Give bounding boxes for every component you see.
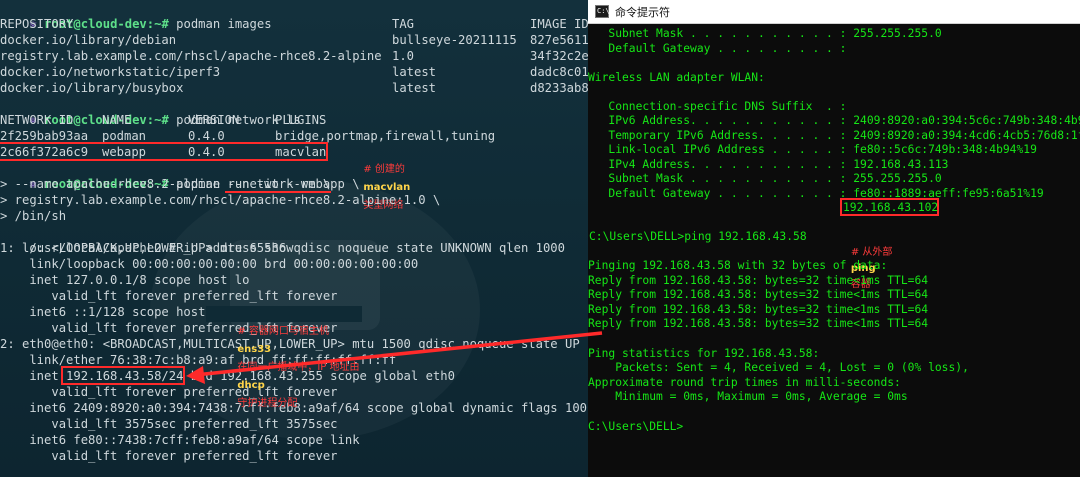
command-continuation: > /bin/sh	[0, 209, 67, 223]
network-header: NETWORK ID NAME VERSION PLUGINS	[0, 112, 588, 128]
cmd-app-icon: C:\	[595, 5, 610, 18]
network-annotation: # 创建的 macvlan 类型网络	[334, 144, 410, 211]
ping-output-line: Approximate round trip times in milli-se…	[588, 375, 901, 389]
ipconfig-line: Subnet Mask . . . . . . . . . . . : 255.…	[588, 27, 942, 40]
ip-output-line: inet 127.0.0.1/8 scope host lo	[0, 273, 250, 287]
header-repository: REPOSITORY	[0, 17, 74, 31]
shell-prompt-line: /usr/local/apache2 # ip address show	[0, 224, 293, 255]
image-repository: docker.io/library/debian	[0, 33, 177, 47]
ping-output-line: Reply from 192.168.43.58: bytes=32 time<…	[588, 317, 929, 331]
header-tag: TAG	[392, 17, 415, 31]
image-repository: docker.io/networkstatic/iperf3	[0, 65, 221, 79]
ip-output-line: 1: lo: <LOOPBACK,UP,LOWER_UP> mtu 65536 …	[0, 241, 565, 255]
ipconfig-line: Default Gateway . . . . . . . . . : fe80…	[588, 186, 1044, 200]
image-row: registry.lab.example.com/rhscl/apache-rh…	[0, 48, 588, 64]
image-row: docker.io/library/busybox latest d8233ab8	[0, 80, 588, 96]
ipconfig-line: Default Gateway . . . . . . . . . :	[588, 41, 847, 55]
ipconfig-line: Temporary IPv6 Address. . . . . . : 2409…	[588, 128, 1080, 142]
image-row: docker.io/networkstatic/iperf3 latest dadc…	[0, 64, 588, 80]
ip-output-line: link/loopback 00:00:00:00:00:00 brd 00:0…	[0, 257, 419, 271]
image-row: docker.io/library/debian bullseye-2021111…	[0, 32, 588, 48]
command-continuation: > --name apache-rhce8.2-alpine --network…	[0, 177, 360, 191]
ipconfig-line: Wireless LAN adapter WLAN:	[588, 70, 765, 84]
ping-output-line: Reply from 192.168.43.58: bytes=32 time<…	[588, 288, 929, 302]
window-titlebar[interactable]: C:\ 命令提示符	[588, 0, 1080, 24]
image-id: dadc8c01	[530, 65, 588, 79]
image-id: d8233ab8	[530, 81, 588, 95]
ipconfig-line: Connection-specific DNS Suffix . :	[588, 99, 847, 113]
header-version: VERSION	[188, 113, 240, 127]
ping-command: C:\Users\DELL>ping 192.168.43.58	[589, 230, 807, 243]
image-id: 827e5611	[530, 33, 588, 47]
window-title: 命令提示符	[615, 6, 670, 19]
annotation-text: # 创建的	[363, 164, 405, 175]
ping-output-line: C:\Users\DELL>	[588, 419, 684, 433]
annotation-keyword: dhcp	[237, 380, 265, 391]
ping-output-line: Packets: Sent = 4, Received = 4, Lost = …	[588, 361, 969, 375]
ping-output-line: Pinging 192.168.43.58 with 32 bytes of d…	[588, 259, 888, 272]
prompt-line: ⚛ root@cloud-dev:~# podman images	[0, 0, 271, 31]
image-repository: registry.lab.example.com/rhscl/apache-rh…	[0, 49, 382, 63]
ping-output-line: Minimum = 0ms, Maximum = 0ms, Average = …	[588, 390, 908, 404]
command-continuation: > registry.lab.example.com/rhscl/apache-…	[0, 193, 441, 207]
container-ip-highlight	[61, 366, 185, 385]
ip-output-line: inet6 fe80::7438:7cff:feb8:a9af/64 scope…	[0, 433, 360, 447]
image-tag: 1.0	[392, 49, 415, 63]
header-plugins: PLUGINS	[275, 113, 327, 127]
webapp-network-highlight	[0, 142, 328, 161]
annotation-text: 在同一广播域中，IP 地址由	[237, 362, 360, 373]
header-name: NAME	[102, 113, 132, 127]
ipconfig-line: Link-local IPv6 Address . . . . . : fe80…	[588, 143, 1037, 156]
ping-output-line: Reply from 192.168.43.58: bytes=32 time<…	[588, 302, 929, 316]
header-network-id: NETWORK ID	[0, 113, 74, 127]
annotation-text: # 容器网口与宿主机	[237, 326, 329, 337]
image-tag: latest	[392, 81, 437, 95]
gateway-ipv4-line: 192.168.43.102	[588, 200, 1080, 215]
ipconfig-line: IPv6 Address. . . . . . . . . . . : 2409…	[588, 114, 1080, 127]
ping-output-line: Reply from 192.168.43.58: bytes=32 time<…	[588, 273, 929, 287]
ip-output-line: valid_lft 3575sec preferred_lft 3575sec	[0, 417, 338, 431]
windows-command-prompt[interactable]: C:\ 命令提示符 Subnet Mask . . . . . . . . . …	[588, 0, 1080, 477]
header-image-id: IMAGE ID	[530, 17, 588, 31]
image-repository: docker.io/library/busybox	[0, 81, 184, 95]
images-header: REPOSITORY TAG IMAGE ID	[0, 16, 588, 32]
ip-annotation: # 容器网口与宿主机 ens33 在同一广播域中，IP 地址由 dhcp 守护进…	[206, 306, 362, 409]
ping-command-line: C:\Users\DELL>ping 192.168.43.58 # 从外部 p…	[588, 229, 1080, 290]
ip-output-line: valid_lft forever preferred_lft forever	[0, 289, 338, 303]
network-flag-underline	[225, 191, 331, 193]
annotation-keyword: ens33	[237, 344, 272, 355]
gateway-ipv4: 192.168.43.102	[843, 201, 939, 214]
ipconfig-line: Subnet Mask . . . . . . . . . . . : 255.…	[588, 172, 942, 185]
prompt-line: ⚛ root@cloud-dev:~# podman network ls	[0, 96, 301, 127]
image-tag: latest	[392, 65, 437, 79]
annotation-text: 守护进程分配	[237, 398, 298, 409]
annotation-text: # 从外部	[850, 247, 893, 258]
linux-terminal[interactable]: ⚛ root@cloud-dev:~# podman images REPOSI…	[0, 0, 588, 477]
ping-output-line: Ping statistics for 192.168.43.58:	[588, 346, 820, 360]
prompt-line: ⚛ root@cloud-dev:~# podman run -it --rm …	[0, 160, 330, 191]
image-tag: bullseye-20211115	[392, 33, 517, 47]
ip-output-line: inet6 ::1/128 scope host	[0, 305, 206, 319]
shell-prompt-line: /usr/local/apache2 #	[0, 462, 190, 477]
image-id: 34f32c2e	[530, 49, 588, 63]
ipconfig-line: IPv4 Address. . . . . . . . . . . : 192.…	[588, 157, 949, 171]
ip-output-line: 2: eth0@eth0: <BROADCAST,MULTICAST,UP,LO…	[0, 337, 580, 351]
